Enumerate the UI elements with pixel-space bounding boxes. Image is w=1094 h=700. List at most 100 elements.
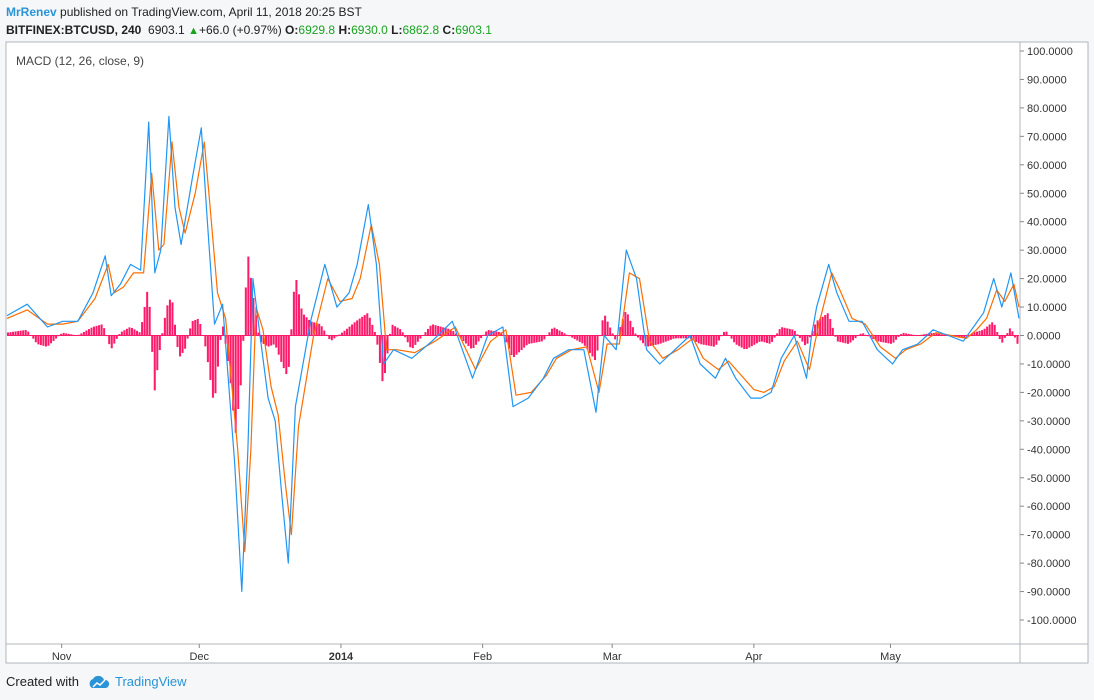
- histogram-bar: [788, 328, 791, 336]
- y-tick-label: 90.0000: [1027, 74, 1067, 86]
- histogram-bar: [50, 335, 53, 344]
- histogram-bar: [513, 335, 516, 358]
- histogram-bar: [199, 324, 202, 336]
- histogram-bar: [636, 335, 639, 338]
- histogram-bar: [482, 334, 485, 336]
- histogram-bar: [740, 335, 743, 348]
- y-tick-label: 60.0000: [1027, 160, 1067, 172]
- histogram-bar: [452, 331, 455, 336]
- histogram-bar: [204, 335, 207, 347]
- histogram-bar: [826, 313, 829, 336]
- histogram-bar: [604, 315, 607, 336]
- y-tick-label: -90.0000: [1027, 587, 1070, 599]
- histogram-bar: [743, 335, 746, 350]
- histogram-bar: [839, 335, 842, 343]
- histogram-bar: [1003, 335, 1006, 338]
- histogram-bar: [434, 325, 437, 336]
- histogram-bar: [715, 335, 718, 345]
- histogram-bar: [591, 335, 594, 357]
- histogram-bar: [105, 335, 108, 337]
- histogram-bar: [128, 327, 131, 336]
- histogram-bar: [113, 335, 116, 344]
- histogram-bar: [889, 335, 892, 344]
- histogram-bar: [219, 335, 222, 340]
- y-tick-label: -10.0000: [1027, 359, 1070, 371]
- histogram-bar: [862, 333, 865, 336]
- histogram-bar: [981, 330, 984, 336]
- histogram-bar: [831, 327, 834, 336]
- histogram-bar: [940, 334, 943, 336]
- histogram-bar: [206, 335, 209, 363]
- y-tick-label: -60.0000: [1027, 501, 1070, 513]
- histogram-bar: [429, 325, 432, 336]
- histogram-bar: [300, 308, 303, 336]
- histogram-bar: [376, 335, 379, 345]
- histogram-bar: [168, 299, 171, 336]
- histogram-bar: [191, 320, 194, 336]
- histogram-bar: [573, 335, 576, 340]
- histogram-bar: [277, 335, 280, 355]
- histogram-bar: [1006, 333, 1009, 336]
- histogram-bar: [611, 333, 614, 336]
- histogram-bar: [755, 335, 758, 344]
- histogram-bar: [153, 335, 156, 391]
- histogram-bar: [389, 333, 392, 336]
- histogram-bar: [578, 335, 581, 342]
- histogram-bar: [303, 314, 306, 336]
- histogram-bar: [722, 331, 726, 336]
- histogram-bar: [829, 318, 832, 336]
- histogram-bar: [462, 335, 465, 342]
- histogram-bar: [606, 321, 609, 336]
- histogram-bar: [629, 320, 632, 336]
- histogram-bar: [639, 335, 642, 341]
- histogram-bar: [983, 328, 986, 336]
- histogram-bar: [614, 335, 617, 340]
- histogram-bar: [55, 335, 58, 339]
- histogram-bar: [702, 335, 705, 345]
- histogram-bar: [659, 335, 662, 344]
- histogram-bar: [905, 333, 908, 336]
- histogram-bar: [599, 335, 602, 336]
- tradingview-brand-link[interactable]: TradingView: [115, 674, 187, 689]
- histogram-bar: [475, 335, 478, 345]
- histogram-bar: [358, 318, 361, 336]
- histogram-bar: [368, 317, 371, 336]
- histogram-bar: [859, 333, 862, 336]
- macd-chart[interactable]: 100.0000 90.0000 80.0000 70.0000 60.0000 50.0…: [0, 0, 1094, 700]
- histogram-bar: [363, 315, 366, 336]
- histogram-bar: [87, 329, 90, 336]
- histogram-bar: [244, 287, 247, 336]
- histogram-bar: [533, 335, 536, 343]
- histogram-bar: [535, 335, 538, 343]
- histogram-bar: [768, 335, 771, 344]
- histogram-bar: [910, 334, 913, 336]
- y-tick-label: -40.0000: [1027, 444, 1070, 456]
- histogram-bar: [378, 335, 381, 363]
- histogram-bar: [42, 335, 45, 346]
- histogram-bar: [211, 335, 214, 398]
- histogram-bar: [158, 335, 161, 351]
- histogram-bar: [515, 335, 518, 355]
- histogram-bar: [667, 335, 670, 341]
- histogram-bar: [222, 326, 225, 336]
- histogram-bar: [682, 335, 685, 339]
- histogram-bar: [778, 329, 781, 336]
- histogram-bar: [419, 335, 422, 339]
- histogram-bar: [548, 332, 551, 336]
- histogram-bar: [1016, 335, 1019, 344]
- histogram-bar: [411, 335, 414, 349]
- y-tick-label: 20.0000: [1027, 274, 1067, 286]
- histogram-bar: [758, 335, 761, 342]
- histogram-bar: [32, 335, 35, 339]
- histogram-bar: [366, 313, 369, 336]
- histogram-bar: [280, 335, 283, 362]
- histogram-bar: [464, 335, 467, 344]
- histogram-bar: [163, 317, 166, 336]
- histogram-bar: [472, 335, 475, 349]
- histogram-bar: [426, 328, 429, 336]
- histogram-bar: [75, 335, 78, 336]
- histogram-bar: [282, 335, 285, 369]
- histogram-bar: [852, 335, 855, 341]
- histogram-bar: [834, 335, 837, 337]
- histogram-bar: [766, 335, 769, 343]
